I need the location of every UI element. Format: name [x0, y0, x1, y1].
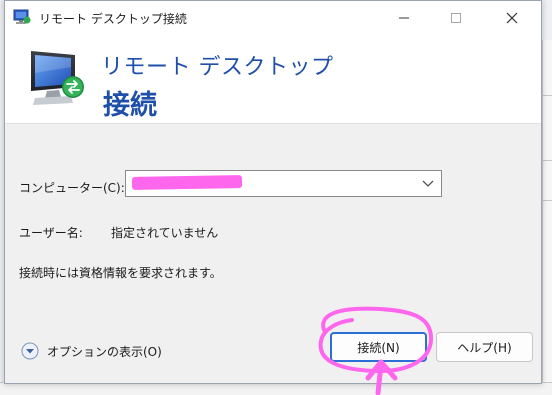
- close-icon: [506, 12, 518, 24]
- header-subtitle: 接続: [103, 90, 157, 121]
- chevron-down-icon[interactable]: [420, 174, 436, 192]
- username-label: ユーザー名:: [19, 226, 83, 240]
- window-title: リモート デスクトップ接続: [39, 12, 187, 26]
- minimize-button[interactable]: [381, 1, 427, 35]
- username-value: 指定されていません: [111, 226, 219, 240]
- connect-button[interactable]: 接続(N): [330, 332, 427, 362]
- remote-desktop-dialog: リモート デスクトップ接続 リモート デスクトップ 接続 コンピューター(C):…: [4, 0, 542, 384]
- title-bar[interactable]: リモート デスクトップ接続: [5, 1, 541, 35]
- background-divider: [542, 200, 552, 201]
- computer-label: コンピューター(C):: [19, 181, 125, 195]
- background-side-panel: [542, 40, 552, 395]
- maximize-icon: [451, 13, 461, 23]
- header-title: リモート デスクトップ: [101, 55, 334, 80]
- background-divider: [542, 95, 552, 96]
- expand-options-icon: [21, 342, 39, 360]
- show-options-toggle[interactable]: オプションの表示(O): [21, 341, 162, 361]
- background-divider: [542, 160, 552, 161]
- maximize-button[interactable]: [433, 1, 479, 35]
- remote-desktop-monitor-icon: [31, 51, 84, 105]
- help-button[interactable]: ヘルプ(H): [436, 332, 533, 362]
- redacted-computer-name: [131, 175, 243, 190]
- remote-desktop-app-icon: [13, 9, 31, 24]
- minimize-icon: [399, 17, 409, 19]
- close-button[interactable]: [489, 1, 535, 35]
- dialog-body: コンピューター(C): ユーザー名: 指定されていません 接続時には資格情報を要…: [5, 124, 541, 383]
- credential-note: 接続時には資格情報を要求されます。: [19, 266, 222, 280]
- dialog-header: リモート デスクトップ 接続: [5, 35, 541, 124]
- show-options-label: オプションの表示(O): [47, 344, 162, 359]
- computer-combobox[interactable]: [125, 170, 442, 197]
